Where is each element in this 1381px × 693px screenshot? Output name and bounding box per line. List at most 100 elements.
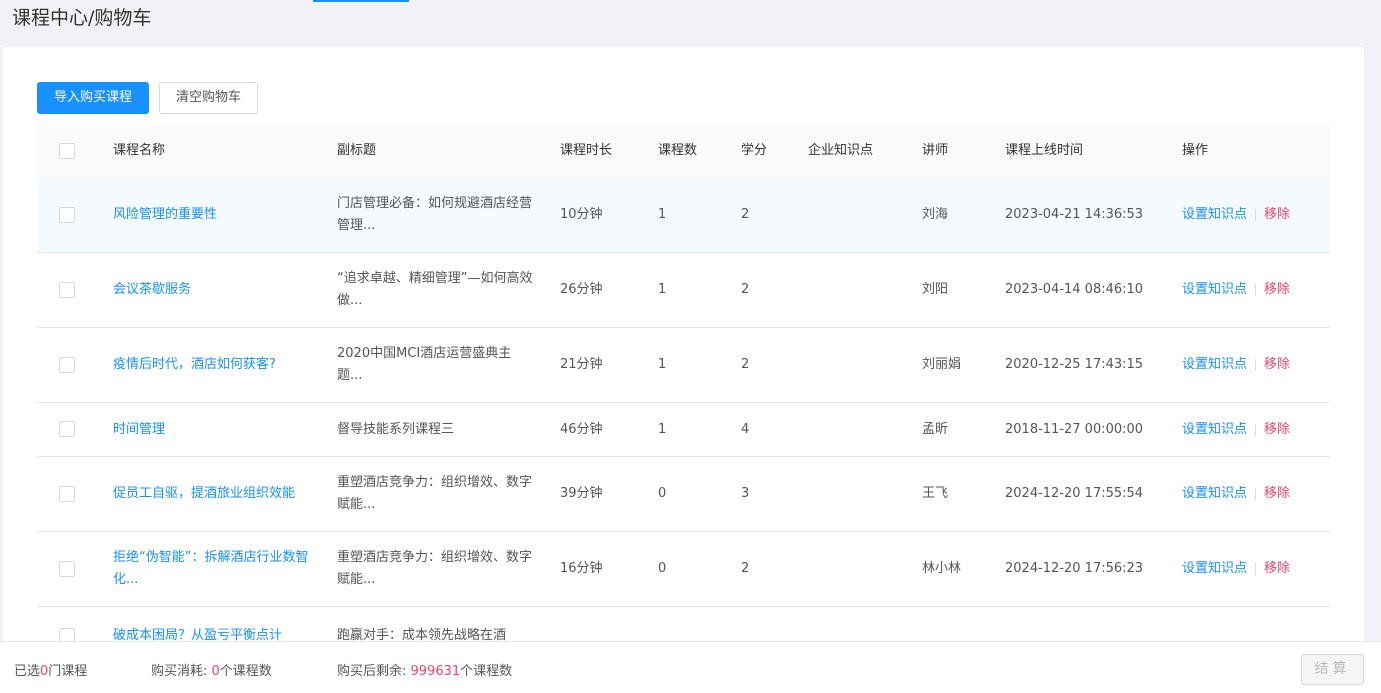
header-duration: 课程时长	[560, 143, 613, 158]
remove-link[interactable]: 移除	[1264, 419, 1290, 441]
row-checkbox[interactable]	[59, 560, 75, 577]
course-credit: 2	[741, 207, 750, 222]
course-subtitle: 重塑酒店竞争力：组织增效、数字赋能...	[337, 550, 533, 587]
op-divider	[1255, 284, 1257, 296]
course-online-time: 2024-12-20 17:56:23	[1005, 561, 1144, 576]
course-name-link[interactable]: 拒绝“伪智能”：拆解酒店行业数智化...	[113, 550, 308, 587]
course-subtitle: 门店管理必备：如何规避酒店经营管理...	[337, 196, 533, 233]
course-count: 1	[658, 357, 667, 372]
set-knowledge-link[interactable]: 设置知识点	[1182, 558, 1247, 580]
remain-summary: 购买后剩余: 999631个课程数	[337, 660, 512, 679]
course-name-link[interactable]: 会议茶歇服务	[113, 282, 191, 297]
course-count: 0	[658, 561, 667, 576]
course-credit: 2	[741, 282, 750, 297]
header-name: 课程名称	[113, 143, 166, 158]
course-online-time: 2024-12-20 17:55:54	[1005, 486, 1144, 501]
table-row: 疫情后时代，酒店如何获客? 2020中国MCI酒店运营盛典主题... 21分钟 …	[37, 328, 1330, 403]
row-checkbox[interactable]	[59, 356, 75, 373]
course-online-time: 2023-04-21 14:36:53	[1005, 207, 1144, 222]
selected-summary: 已选0门课程	[14, 660, 87, 679]
course-count: 1	[658, 421, 667, 437]
set-knowledge-link[interactable]: 设置知识点	[1182, 204, 1247, 226]
course-credit: 2	[741, 357, 750, 372]
course-subtitle: “追求卓越、精细管理”—如何高效做...	[337, 271, 533, 308]
table-row: 拒绝“伪智能”：拆解酒店行业数智化... 重塑酒店竞争力：组织增效、数字赋能..…	[37, 532, 1330, 607]
course-online-time: 2018-11-27 00:00:00	[1005, 421, 1144, 437]
header-teacher: 讲师	[922, 143, 949, 158]
op-divider	[1255, 563, 1257, 575]
course-subtitle: 2020中国MCI酒店运营盛典主题...	[337, 346, 512, 383]
course-teacher: 刘阳	[922, 282, 949, 297]
course-credit: 3	[741, 486, 750, 501]
course-subtitle: 重塑酒店竞争力：组织增效、数字赋能...	[337, 475, 533, 512]
remain-suffix: 个课程数	[460, 664, 513, 679]
table-row: 促员工自驱，提酒旅业组织效能 重塑酒店竞争力：组织增效、数字赋能... 39分钟…	[37, 457, 1330, 532]
op-divider	[1255, 209, 1257, 221]
course-count: 0	[658, 486, 667, 501]
course-count: 1	[658, 282, 667, 297]
header-credit: 学分	[741, 143, 768, 158]
course-online-time: 2023-04-14 08:46:10	[1005, 282, 1144, 297]
remove-link[interactable]: 移除	[1264, 204, 1290, 226]
table-header: 课程名称 副标题 课程时长 课程数 学分 企业知识点 讲师 课程上线时间 操作	[37, 124, 1330, 178]
table-row: 时间管理 督导技能系列课程三 46分钟 1 4 孟昕 2018-11-27 00…	[37, 403, 1330, 457]
course-online-time: 2020-12-25 17:43:15	[1005, 357, 1144, 372]
op-divider	[1255, 488, 1257, 500]
remove-link[interactable]: 移除	[1264, 279, 1290, 301]
row-checkbox[interactable]	[59, 421, 75, 437]
remain-prefix: 购买后剩余:	[337, 664, 411, 679]
course-subtitle: 督导技能系列课程三	[337, 421, 455, 437]
cart-table: 课程名称 副标题 课程时长 课程数 学分 企业知识点 讲师 课程上线时间 操作 …	[37, 124, 1330, 647]
op-divider	[1255, 359, 1257, 371]
header-count: 课程数	[658, 143, 698, 158]
consume-summary: 购买消耗: 0个课程数	[151, 660, 272, 679]
import-courses-button[interactable]: 导入购买课程	[37, 82, 150, 114]
course-count: 1	[658, 207, 667, 222]
row-checkbox[interactable]	[59, 485, 75, 502]
course-duration: 21分钟	[560, 357, 603, 372]
selected-prefix: 已选	[14, 664, 41, 679]
settle-button[interactable]: 结算	[1301, 654, 1364, 685]
header-ops: 操作	[1182, 143, 1209, 158]
course-name-link[interactable]: 疫情后时代，酒店如何获客?	[113, 357, 276, 372]
course-duration: 39分钟	[560, 486, 603, 501]
remove-link[interactable]: 移除	[1264, 483, 1290, 505]
selected-suffix: 门课程	[48, 664, 88, 679]
course-teacher: 孟昕	[922, 421, 949, 437]
remain-count: 999631	[410, 664, 461, 679]
course-duration: 10分钟	[560, 207, 603, 222]
course-teacher: 刘海	[922, 207, 949, 222]
set-knowledge-link[interactable]: 设置知识点	[1182, 354, 1247, 376]
course-teacher: 林小林	[922, 561, 962, 576]
row-checkbox[interactable]	[59, 206, 75, 223]
consume-prefix: 购买消耗:	[151, 664, 212, 679]
active-tab-indicator	[313, 0, 409, 2]
header-online-time: 课程上线时间	[1005, 143, 1084, 158]
course-name-link[interactable]: 促员工自驱，提酒旅业组织效能	[113, 486, 295, 501]
clear-cart-button[interactable]: 清空购物车	[159, 82, 259, 114]
table-row: 会议茶歇服务 “追求卓越、精细管理”—如何高效做... 26分钟 1 2 刘阳 …	[37, 253, 1330, 328]
set-knowledge-link[interactable]: 设置知识点	[1182, 279, 1247, 301]
course-name-link[interactable]: 风险管理的重要性	[113, 207, 217, 222]
course-duration: 46分钟	[560, 421, 603, 437]
course-teacher: 刘丽娟	[922, 357, 962, 372]
set-knowledge-link[interactable]: 设置知识点	[1182, 419, 1247, 441]
remove-link[interactable]: 移除	[1264, 354, 1290, 376]
header-subtitle: 副标题	[337, 143, 377, 158]
course-duration: 16分钟	[560, 561, 603, 576]
consume-suffix: 个课程数	[219, 664, 272, 679]
toolbar: 导入购买课程 清空购物车	[37, 82, 259, 114]
course-teacher: 王飞	[922, 486, 949, 501]
breadcrumb: 课程中心/购物车	[12, 7, 152, 29]
course-name-link[interactable]: 时间管理	[113, 422, 165, 437]
select-all-checkbox[interactable]	[59, 142, 75, 159]
remove-link[interactable]: 移除	[1264, 558, 1290, 580]
row-checkbox[interactable]	[59, 281, 75, 298]
course-credit: 2	[741, 561, 750, 576]
set-knowledge-link[interactable]: 设置知识点	[1182, 483, 1247, 505]
cart-footer: 已选0门课程 购买消耗: 0个课程数 购买后剩余: 999631个课程数 结算	[0, 641, 1381, 693]
table-row: 风险管理的重要性 门店管理必备：如何规避酒店经营管理... 10分钟 1 2 刘…	[37, 178, 1330, 253]
cart-card: 导入购买课程 清空购物车 课程名称 副标题 课程时长 课程数 学分 企业知识点 …	[3, 47, 1364, 647]
header-knowledge: 企业知识点	[808, 143, 874, 158]
consume-count: 0	[211, 664, 220, 679]
